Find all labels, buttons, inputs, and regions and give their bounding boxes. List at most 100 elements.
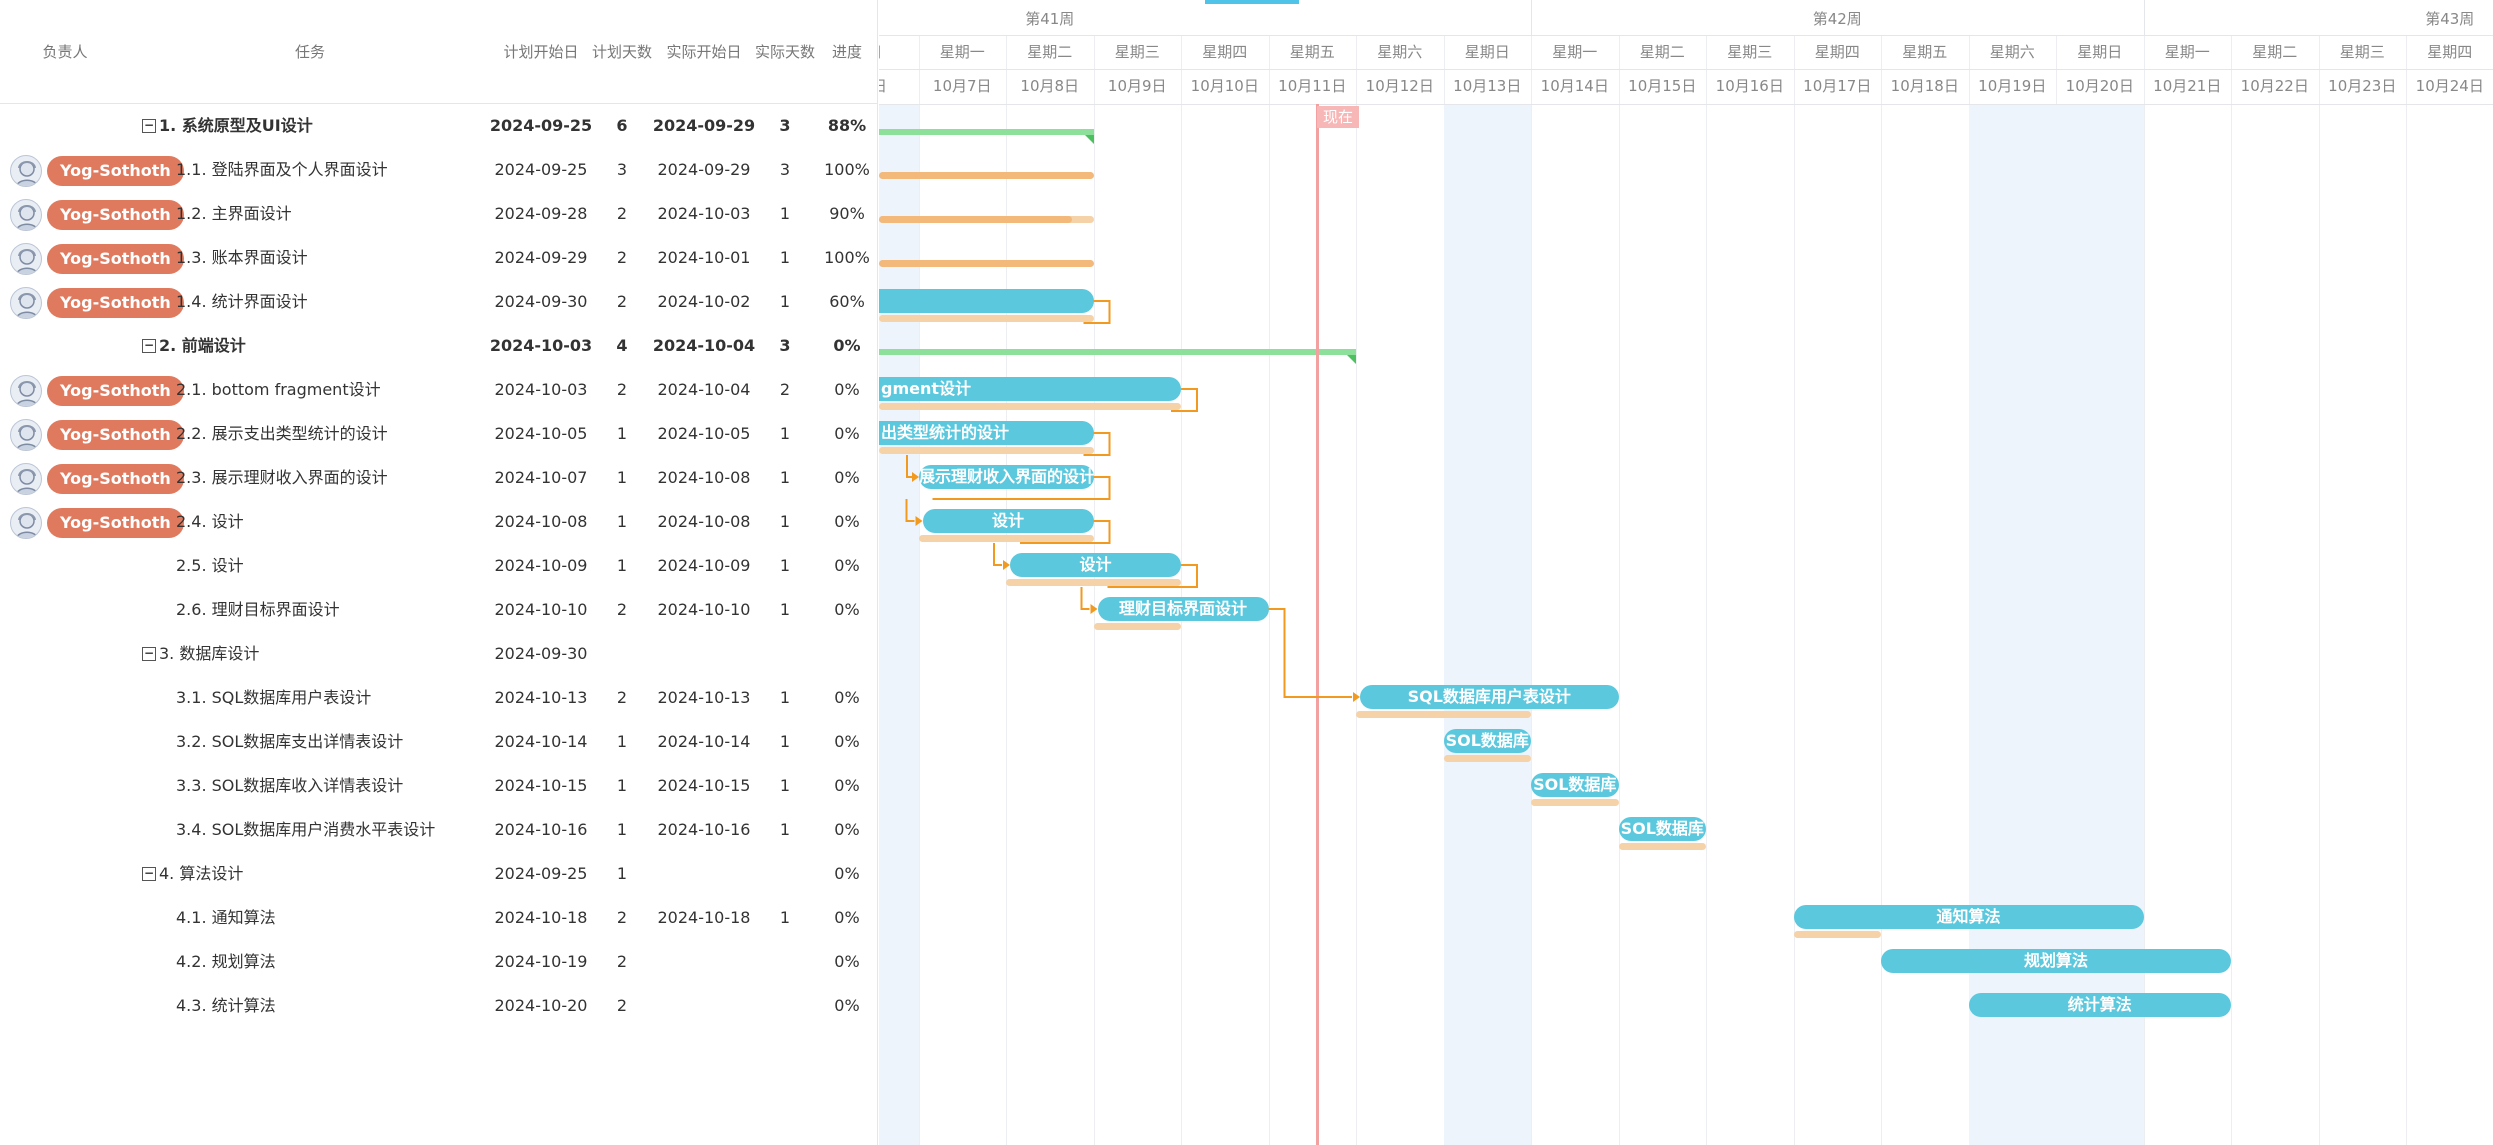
task-row[interactable]: Yog-Sothoth 2.3. 展示理财收入界面的设计 2024-10-07 1 20… xyxy=(0,456,877,500)
task-name[interactable]: 4.2. 规划算法 xyxy=(176,940,276,984)
gantt-app: 负责人 任务 计划开始日 计划天数 实际开始日 实际天数 进度 −1. 系统原型… xyxy=(0,0,2493,1145)
task-row[interactable]: Yog-Sothoth 1.1. 登陆界面及个人界面设计 2024-09-25 3 20… xyxy=(0,148,877,192)
actual-days-cell: 1 xyxy=(779,732,791,751)
task-row[interactable]: 3.1. SQL数据库用户表设计 2024-10-13 2 2024-10-13 1 0% xyxy=(0,676,877,720)
owner-badge[interactable]: Yog-Sothoth xyxy=(47,420,184,450)
user-avatar-icon xyxy=(10,243,42,275)
plan-days-cell: 1 xyxy=(616,556,628,575)
actual-start-cell: 2024-10-08 xyxy=(657,512,751,531)
task-row[interactable]: 4.1. 通知算法 2024-10-18 2 2024-10-18 1 0% xyxy=(0,896,877,940)
plan-days-cell: 2 xyxy=(616,996,628,1015)
progress-cell: 0% xyxy=(834,820,860,839)
task-name[interactable]: 4.3. 统计算法 xyxy=(176,984,276,1028)
task-name[interactable]: 4. 算法设计 xyxy=(159,852,243,896)
dependency-link xyxy=(1083,432,1111,456)
collapse-minus-icon[interactable]: − xyxy=(142,647,156,661)
progress-cell: 0% xyxy=(833,336,861,355)
actual-days-cell xyxy=(754,940,816,984)
task-name[interactable]: 2.6. 理财目标界面设计 xyxy=(176,588,340,632)
task-row[interactable]: Yog-Sothoth 1.2. 主界面设计 2024-09-28 2 2024-10-… xyxy=(0,192,877,236)
task-name[interactable]: 1.4. 统计界面设计 xyxy=(176,280,308,324)
progress-cell: 0% xyxy=(834,688,860,707)
task-name[interactable]: 1. 系统原型及UI设计 xyxy=(159,104,313,148)
plan-start-cell: 2024-10-10 xyxy=(494,600,588,619)
plan-start-cell: 2024-09-30 xyxy=(494,292,588,311)
task-group-row[interactable]: −2. 前端设计 2024-10-03 4 2024-10-04 3 0% xyxy=(0,324,877,368)
actual-days-cell: 1 xyxy=(779,776,791,795)
progress-cell: 60% xyxy=(829,292,865,311)
progress-cell: 0% xyxy=(834,424,860,443)
task-row[interactable]: 4.2. 规划算法 2024-10-19 2 0% xyxy=(0,940,877,984)
user-avatar-icon xyxy=(10,287,42,319)
owner-badge[interactable]: Yog-Sothoth xyxy=(47,464,184,494)
task-row[interactable]: Yog-Sothoth 2.1. bottom fragment设计 2024-10… xyxy=(0,368,877,412)
task-row[interactable]: 3.4. SOL数据库用户消费水平表设计 2024-10-16 1 2024-10-1… xyxy=(0,808,877,852)
collapse-minus-icon[interactable]: − xyxy=(142,119,156,133)
plan-start-cell: 2024-09-30 xyxy=(494,644,588,663)
task-group-row[interactable]: −3. 数据库设计 2024-09-30 xyxy=(0,632,877,676)
task-row[interactable]: Yog-Sothoth 1.4. 统计界面设计 2024-09-30 2 2024-10… xyxy=(0,280,877,324)
actual-start-cell: 2024-10-09 xyxy=(657,556,751,575)
task-name[interactable]: 2.1. bottom fragment设计 xyxy=(176,368,381,412)
task-row[interactable]: 4.3. 统计算法 2024-10-20 2 0% xyxy=(0,984,877,1028)
progress-cell: 0% xyxy=(834,864,860,883)
task-name[interactable]: 2.2. 展示支出类型统计的设计 xyxy=(176,412,388,456)
actual-start-cell: 2024-10-14 xyxy=(657,732,751,751)
task-name[interactable]: 3.2. SOL数据库支出详情表设计 xyxy=(176,720,403,764)
task-name[interactable]: 2.3. 展示理财收入界面的设计 xyxy=(176,456,388,500)
actual-days-cell: 1 xyxy=(779,204,791,223)
task-name[interactable]: 2. 前端设计 xyxy=(159,324,246,368)
task-name[interactable]: 3.3. SOL数据库收入详情表设计 xyxy=(176,764,403,808)
column-header-plan-start[interactable]: 计划开始日 xyxy=(488,0,594,104)
progress-cell: 0% xyxy=(834,908,860,927)
progress-cell: 0% xyxy=(834,952,860,971)
plan-start-cell: 2024-10-08 xyxy=(494,512,588,531)
task-row[interactable]: 2.5. 设计 2024-10-09 1 2024-10-09 1 0% xyxy=(0,544,877,588)
owner-badge[interactable]: Yog-Sothoth xyxy=(47,156,184,186)
task-group-row[interactable]: −4. 算法设计 2024-09-25 1 0% xyxy=(0,852,877,896)
task-row[interactable]: Yog-Sothoth 2.4. 设计 2024-10-08 1 2024-10-08 1… xyxy=(0,500,877,544)
actual-start-cell: 2024-09-29 xyxy=(657,160,751,179)
plan-days-cell xyxy=(592,632,652,676)
owner-badge[interactable]: Yog-Sothoth xyxy=(47,200,184,230)
task-name[interactable]: 1.2. 主界面设计 xyxy=(176,192,292,236)
task-row[interactable]: 3.2. SOL数据库支出详情表设计 2024-10-14 1 2024-10-14 1… xyxy=(0,720,877,764)
dependency-link xyxy=(1083,300,1111,324)
link-arrow-icon xyxy=(1090,604,1098,614)
column-header-task[interactable]: 任务 xyxy=(130,0,490,104)
column-header-actual-days[interactable]: 实际天数 xyxy=(754,0,816,104)
task-row[interactable]: 3.3. SOL数据库收入详情表设计 2024-10-15 1 2024-10-15 1… xyxy=(0,764,877,808)
progress-cell: 0% xyxy=(834,512,860,531)
task-row[interactable]: Yog-Sothoth 2.2. 展示支出类型统计的设计 2024-10-05 1 20… xyxy=(0,412,877,456)
task-name[interactable]: 3.4. SOL数据库用户消费水平表设计 xyxy=(176,808,435,852)
actual-days-cell: 1 xyxy=(779,600,791,619)
actual-start-cell: 2024-10-13 xyxy=(657,688,751,707)
actual-days-cell: 3 xyxy=(779,116,791,135)
task-name[interactable]: 3. 数据库设计 xyxy=(159,632,259,676)
column-header-progress[interactable]: 进度 xyxy=(816,0,877,104)
task-group-row[interactable]: −1. 系统原型及UI设计 2024-09-25 6 2024-09-29 3 88% xyxy=(0,104,877,148)
plan-start-cell: 2024-09-25 xyxy=(489,116,593,135)
column-header-actual-start[interactable]: 实际开始日 xyxy=(652,0,756,104)
owner-badge[interactable]: Yog-Sothoth xyxy=(47,508,184,538)
owner-badge[interactable]: Yog-Sothoth xyxy=(47,376,184,406)
task-name[interactable]: 4.1. 通知算法 xyxy=(176,896,276,940)
column-header-owner[interactable]: 负责人 xyxy=(0,0,130,104)
task-row[interactable]: 2.6. 理财目标界面设计 2024-10-10 2 2024-10-10 1 0% xyxy=(0,588,877,632)
column-header-plan-days[interactable]: 计划天数 xyxy=(592,0,652,104)
owner-badge[interactable]: Yog-Sothoth xyxy=(47,244,184,274)
plan-start-cell: 2024-10-03 xyxy=(494,380,588,399)
dependency-link xyxy=(1107,564,1198,588)
plan-start-cell: 2024-10-14 xyxy=(494,732,588,751)
collapse-minus-icon[interactable]: − xyxy=(142,339,156,353)
task-name[interactable]: 2.4. 设计 xyxy=(176,500,244,544)
collapse-minus-icon[interactable]: − xyxy=(142,867,156,881)
owner-badge[interactable]: Yog-Sothoth xyxy=(47,288,184,318)
task-name[interactable]: 1.1. 登陆界面及个人界面设计 xyxy=(176,148,388,192)
task-row[interactable]: Yog-Sothoth 1.3. 账本界面设计 2024-09-29 2 2024-10… xyxy=(0,236,877,280)
task-name[interactable]: 1.3. 账本界面设计 xyxy=(176,236,308,280)
task-name[interactable]: 3.1. SQL数据库用户表设计 xyxy=(176,676,371,720)
task-name[interactable]: 2.5. 设计 xyxy=(176,544,244,588)
plan-days-cell: 2 xyxy=(616,908,628,927)
plan-days-cell: 1 xyxy=(616,424,628,443)
